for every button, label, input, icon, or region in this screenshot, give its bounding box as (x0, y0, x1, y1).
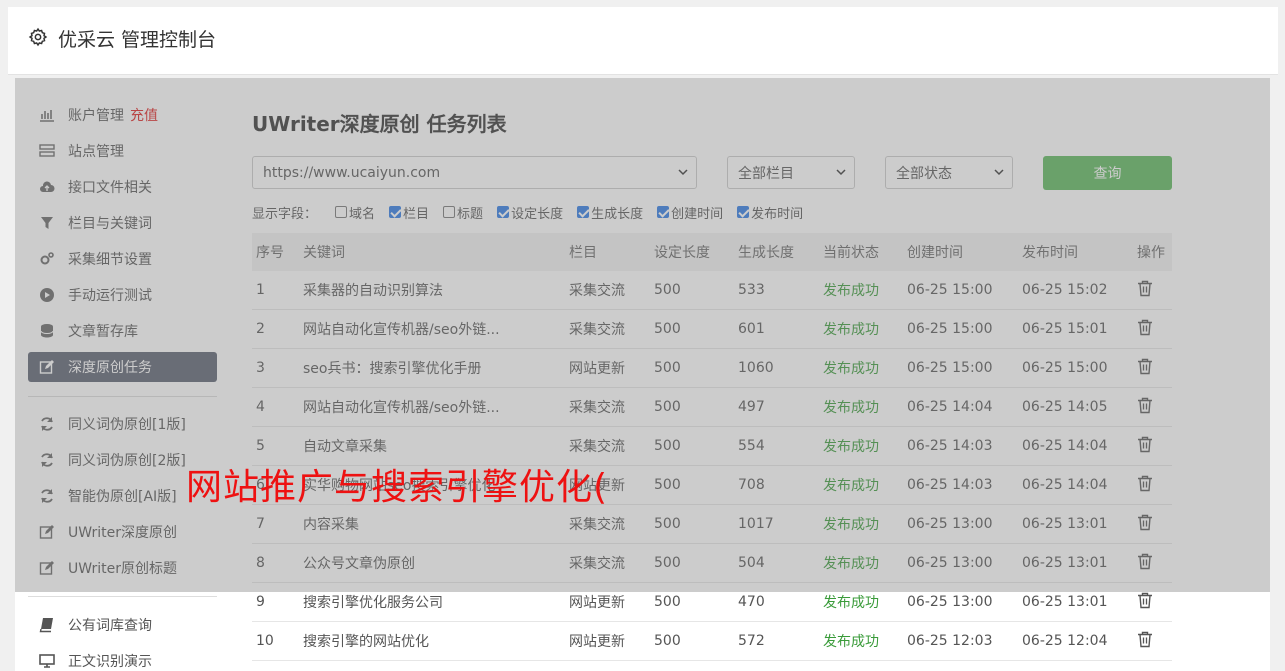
watermark-text: 网站推广与搜索引擎优化( (186, 467, 609, 508)
cell-gen-length: 572 (738, 633, 765, 649)
cell-keyword: 搜索引擎的网站优化 (303, 634, 429, 650)
cell-column: 网站更新 (569, 595, 625, 611)
gear-icon (28, 27, 48, 47)
sidebar-item-label: 公有词库查询 (68, 618, 152, 634)
trash-icon[interactable] (1137, 631, 1153, 648)
sidebar-item-text-recognition[interactable]: 正文识别演示 (28, 646, 217, 671)
cell-status: 发布成功 (823, 595, 879, 611)
delete-button[interactable] (1137, 592, 1172, 613)
table-row: 10 搜索引擎的网站优化 网站更新 500 572 发布成功 06-25 12:03 06-2… (252, 622, 1172, 661)
sidebar-item-public-lexicon[interactable]: 公有词库查询 (28, 610, 217, 640)
sidebar-item-label: 正文识别演示 (68, 654, 152, 670)
cell-created: 06-25 12:03 (907, 633, 993, 649)
trash-icon[interactable] (1137, 592, 1153, 609)
cell-keyword: 搜索引擎优化服务公司 (303, 595, 443, 611)
console-title: 优采云 管理控制台 (58, 29, 217, 51)
cell-gen-length: 470 (738, 594, 765, 610)
delete-button[interactable] (1137, 631, 1172, 652)
sidebar-divider (28, 596, 217, 597)
cell-created: 06-25 13:00 (907, 594, 993, 610)
monitor-icon (38, 653, 56, 669)
cell-index: 10 (256, 633, 274, 649)
cell-set-length: 500 (654, 633, 681, 649)
top-bar: 优采云 管理控制台 (8, 7, 1278, 75)
cell-published: 06-25 13:01 (1022, 594, 1108, 610)
book-icon (38, 617, 56, 633)
cell-published: 06-25 12:04 (1022, 633, 1108, 649)
cell-set-length: 500 (654, 594, 681, 610)
cell-column: 网站更新 (569, 634, 625, 650)
modal-overlay[interactable] (15, 78, 1270, 592)
cell-status: 发布成功 (823, 634, 879, 650)
cell-index: 9 (256, 594, 265, 610)
